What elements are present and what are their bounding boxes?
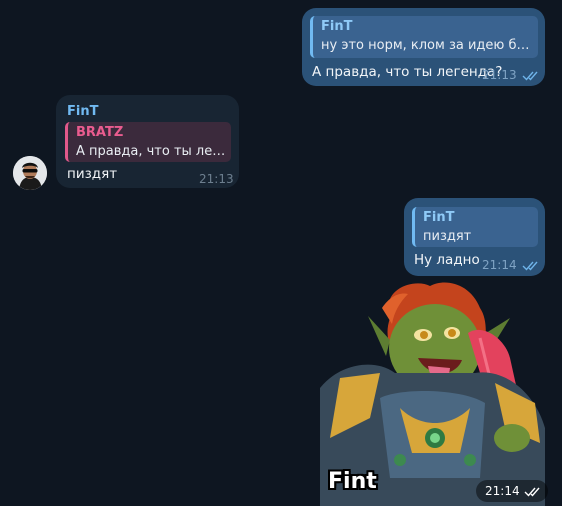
message-text: Ну ладно <box>414 252 480 268</box>
message-text: А правда, что ты легенда? <box>312 64 503 80</box>
reply-text: А правда, что ты леге... <box>76 144 226 159</box>
reply-quote[interactable]: FinT ну это норм, клом за идею быт... <box>310 16 538 58</box>
double-check-icon <box>522 261 538 271</box>
message-time: 21:14 <box>482 258 517 272</box>
reply-text: пиздят <box>423 229 472 244</box>
reply-quote[interactable]: FinT пиздят <box>412 207 538 247</box>
message-time: 21:14 <box>485 484 520 498</box>
sender-name[interactable]: FinT <box>67 104 98 119</box>
double-check-icon <box>524 487 540 497</box>
double-check-icon <box>522 71 538 81</box>
reply-author: BRATZ <box>76 125 124 140</box>
reply-author: FinT <box>321 19 353 34</box>
outgoing-message[interactable]: FinT пиздят Ну ладно 21:14 <box>404 198 545 276</box>
message-text: пиздят <box>67 166 118 182</box>
incoming-message[interactable]: FinT BRATZ А правда, что ты леге... пизд… <box>56 95 239 188</box>
message-time: 21:13 <box>482 68 517 82</box>
reply-author: FinT <box>423 210 455 225</box>
reply-text: ну это норм, клом за идею быт... <box>321 38 531 53</box>
sticker-time-badge: 21:14 <box>476 480 548 502</box>
reply-quote[interactable]: BRATZ А правда, что ты леге... <box>65 122 231 162</box>
avatar[interactable] <box>13 156 47 190</box>
message-time: 21:13 <box>199 172 234 186</box>
outgoing-message[interactable]: FinT ну это норм, клом за идею быт... А … <box>302 8 545 86</box>
sticker-label: Fint <box>328 469 377 494</box>
avatar-image <box>13 156 47 190</box>
